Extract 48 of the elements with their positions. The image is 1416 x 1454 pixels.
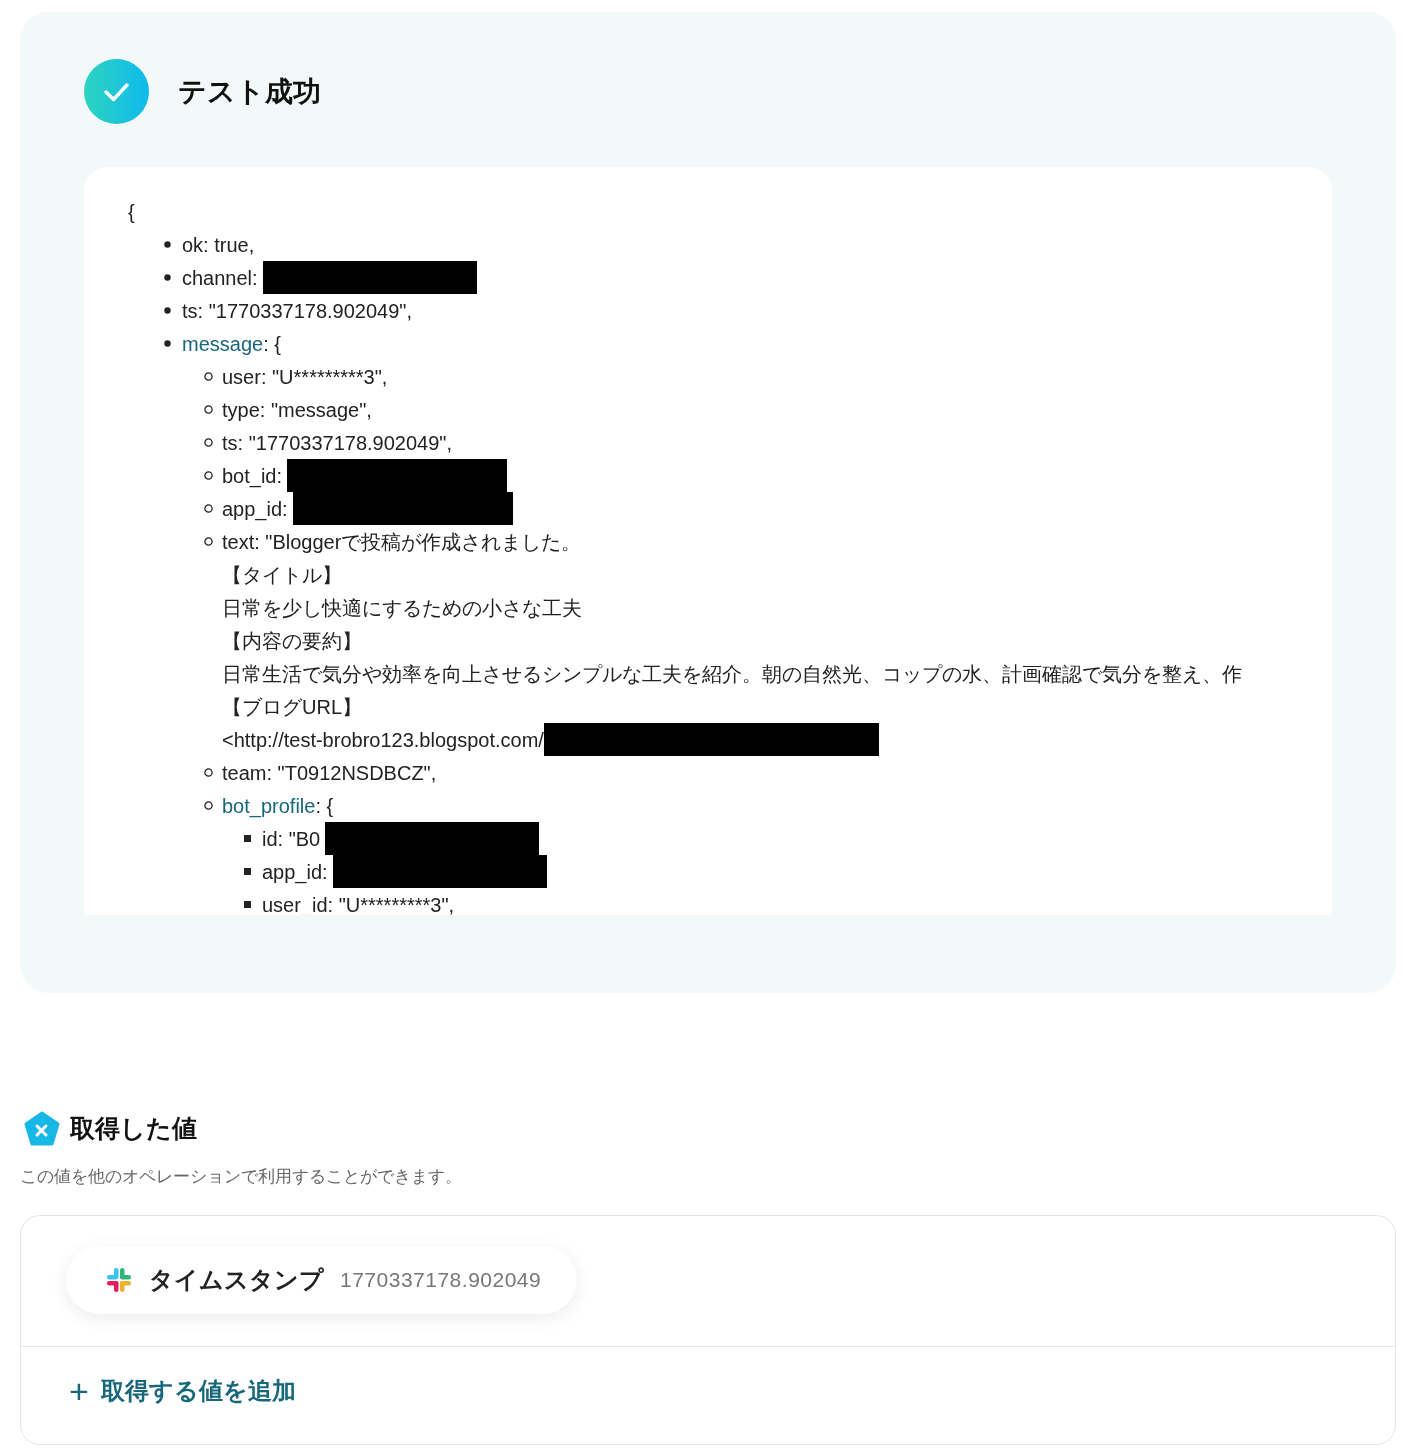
bullet-icon [244,835,251,842]
bullet-icon [204,405,213,414]
add-value-button[interactable]: + 取得する値を追加 [69,1373,296,1409]
bullet-icon [204,471,213,480]
json-line: id: "B0 [262,826,321,852]
bullet-icon [204,438,213,447]
json-line: 日常を少し快適にするための小さな工夫 [222,595,582,621]
json-line: <http://test-brobro123.blogspot.com/ [222,727,544,753]
pentagon-x-icon [24,1110,60,1147]
section-title: 取得した値 [70,1113,197,1144]
json-line: bot_id: [222,463,283,490]
bullet-icon [204,768,213,777]
json-line: 【タイトル】 [222,562,342,588]
json-line: bot_profile: { [222,793,334,820]
json-line: channel: [182,265,258,291]
value-label: タイムスタンプ [149,1265,324,1295]
json-line: text: "Bloggerで投稿が作成されました。 [222,529,582,555]
json-line: 日常生活で気分や効率を向上させるシンプルな工夫を紹介。朝の自然光、コップの水、計画確認で気分を整え、作 [222,661,1242,687]
json-line: ts: "1770337178.902049", [222,430,452,456]
json-line: message: { [182,331,281,357]
bullet-icon [204,537,213,546]
bullet-icon [244,901,251,908]
json-line: ok: true, [182,232,255,258]
json-line: app_id: [262,859,328,886]
result-title: テスト成功 [178,74,321,109]
plus-icon: + [69,1374,89,1408]
section-description: この値を他のオペレーションで利用することができます。 [20,1165,463,1188]
bullet-icon [204,801,213,810]
bullet-icon [244,868,251,875]
json-line: app_id: [222,496,288,523]
json-line: ts: "1770337178.902049", [182,298,412,324]
bullet-icon [204,504,213,513]
json-line: 【内容の要約】 [222,628,362,654]
json-line: team: "T0912NSDBCZ", [222,760,437,786]
hash-logo-icon [105,1266,133,1294]
check-circle-icon [84,59,149,124]
json-line: type: "message", [222,397,372,423]
value-text: 1770337178.902049 [340,1267,542,1294]
bullet-icon [164,307,171,314]
bullet-icon [164,340,171,347]
json-line: user_id: "U*********3", [262,892,455,915]
json-line: { [128,199,135,225]
json-line: user: "U*********3", [222,364,388,390]
value-chip[interactable]: タイムスタンプ 1770337178.902049 [66,1246,578,1314]
json-line: 【ブログURL】 [222,694,362,720]
bullet-icon [204,372,213,381]
bullet-icon [164,274,171,281]
bullet-icon [164,241,171,248]
